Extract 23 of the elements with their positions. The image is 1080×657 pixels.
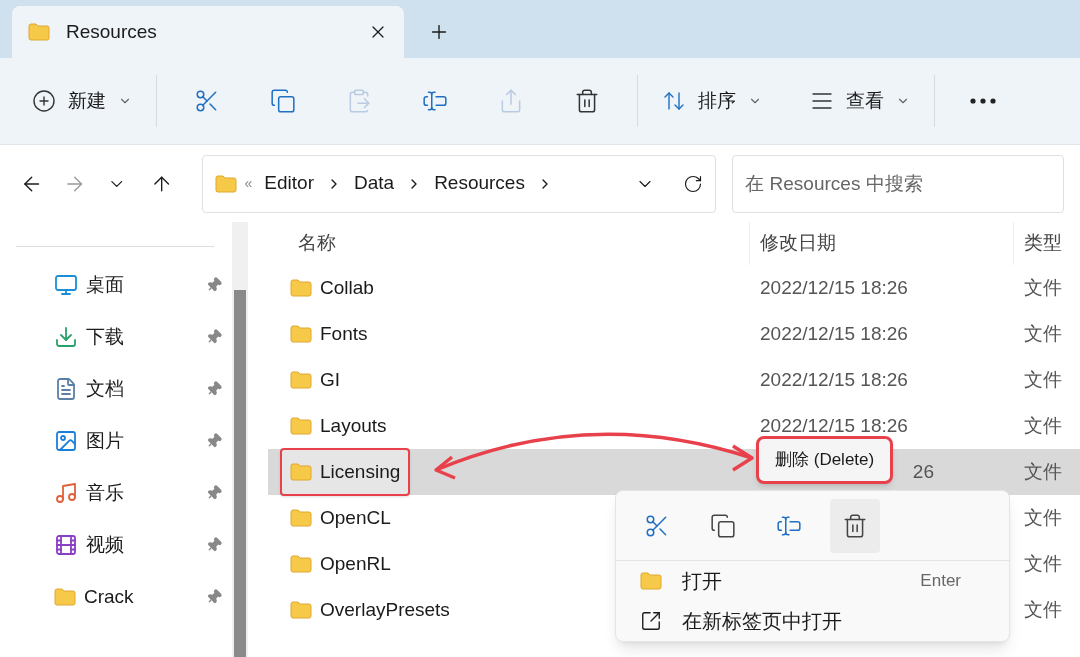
type-cell-text: 文件 — [1023, 505, 1062, 530]
tooltip: 删除 (Delete) — [756, 436, 894, 484]
file-name: Licensing — [320, 459, 401, 484]
type-cell-text: 文件 — [1023, 275, 1062, 300]
type-cell-text: 文件 — [1023, 321, 1062, 346]
type-cell-text: 文件 — [1023, 459, 1062, 484]
date-cell-text: 26 — [912, 459, 934, 484]
shortcut: Enter — [920, 570, 962, 593]
date-cell-text: 2022/12/15 18:26 — [760, 367, 908, 392]
file-name: OverlayPresets — [320, 597, 450, 622]
file-name: Layouts — [320, 413, 387, 438]
type-cell-text: 文件 — [1023, 413, 1062, 438]
date-cell-text: 2022/12/15 18:26 — [760, 275, 908, 300]
date-cell-text: 2022/12/15 18:26 — [760, 321, 908, 346]
type-cell-text: 文件 — [1023, 597, 1062, 622]
file-name: GI — [320, 367, 341, 392]
type-cell-text: 文件 — [1023, 367, 1062, 392]
file-name: OpenRL — [320, 551, 391, 576]
file-name: Collab — [320, 275, 374, 300]
type-cell-text: 文件 — [1023, 551, 1062, 576]
file-name: OpenCL — [320, 505, 391, 530]
file-name: Fonts — [320, 321, 368, 346]
date-cell-text: 2022/12/15 18:26 — [760, 413, 908, 438]
